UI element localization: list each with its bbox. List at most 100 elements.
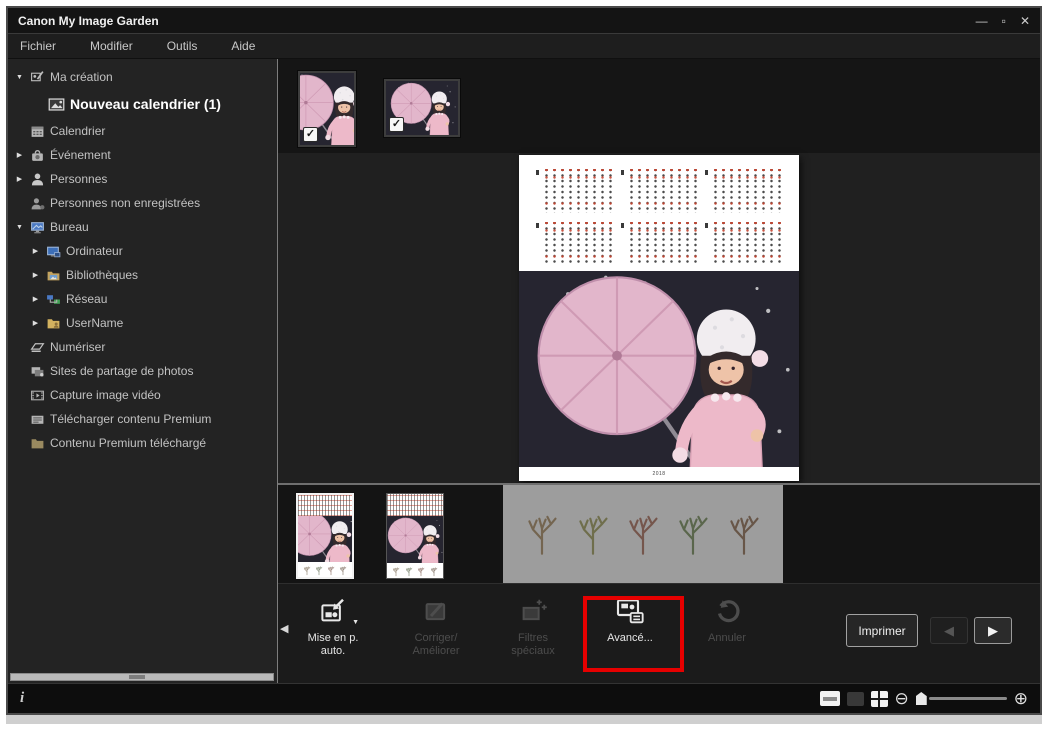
menu-outils[interactable]: Outils [167,39,198,53]
sidebar-horizontal-scrollbar[interactable] [10,673,274,681]
menu-fichier[interactable]: Fichier [20,39,56,53]
zoom-controls: ⊖ ⊕ [820,690,1029,707]
expander-right-icon[interactable]: ▶ [30,319,41,327]
special-filters-icon [518,596,548,626]
expander-right-icon[interactable]: ▶ [30,295,41,303]
content-area: ✓ ✓ [278,59,1040,683]
page-thumbnail-2[interactable] [386,493,444,579]
expander-down-icon[interactable]: ▼ [14,224,25,231]
zoom-slider[interactable] [916,692,1007,705]
checkmark-icon[interactable]: ✓ [303,127,318,142]
maximize-button[interactable]: ▫ [1002,12,1006,30]
sidebar-item-label: Personnes [50,172,107,186]
calendar-months-grid [519,155,799,271]
special-filters-button[interactable]: Filtres spéciaux [489,594,577,658]
preview-area: 2018 [278,153,1040,483]
menu-bar: Fichier Modifier Outils Aide [8,34,1040,59]
scrollbar-thumb[interactable] [129,675,145,679]
info-icon[interactable]: i [20,690,24,707]
tree-icon [625,508,661,560]
undo-button[interactable]: Annuler [683,594,771,658]
tree-icon [675,508,711,560]
sidebar-item-bureau[interactable]: ▼ Bureau [8,215,277,239]
new-calendar-icon [48,96,65,113]
dropdown-arrow-icon: ▼ [352,619,359,626]
sidebar-item-numeriser[interactable]: Numériser [8,335,277,359]
tree-icon [726,508,762,560]
advanced-icon [614,595,646,627]
zoom-in-icon[interactable]: ⊕ [1014,690,1028,707]
sidebar-item-contenu-premium[interactable]: Contenu Premium téléchargé [8,431,277,455]
sidebar-item-bibliotheques[interactable]: ▶ Bibliothèques [8,263,277,287]
material-thumbnail-2[interactable]: ✓ [384,79,460,137]
sidebar-item-label: Personnes non enregistrées [50,196,200,210]
print-button[interactable]: Imprimer [846,614,918,647]
auto-layout-button[interactable]: ▼ Mise en p. auto. [289,594,377,658]
nav-next-icon: ▶ [988,623,998,639]
menu-aide[interactable]: Aide [231,39,255,53]
sidebar-item-ma-creation[interactable]: ▼ Ma création [8,65,277,89]
calendar-icon [30,124,45,139]
checkmark-icon[interactable]: ✓ [389,117,404,132]
sidebar-item-ordinateur[interactable]: ▶ Ordinateur [8,239,277,263]
page-thumbnail-1[interactable] [296,493,354,579]
computer-icon [46,244,61,259]
sidebar-item-label: Bibliothèques [66,268,138,282]
network-icon [46,292,61,307]
mini-month [545,222,614,266]
calendar-trees-decoration [503,485,783,583]
tree-icon [575,508,611,560]
sidebar-item-label: Contenu Premium téléchargé [50,436,206,450]
pages-strip [278,483,1040,583]
window-bottom-edge [6,715,1042,724]
sidebar-item-label: Réseau [66,292,107,306]
sidebar-item-sites-partage[interactable]: Sites de partage de photos [8,359,277,383]
material-thumbnail-1[interactable]: ✓ [298,71,356,147]
person-unregistered-icon [30,196,45,211]
minimize-button[interactable]: — [976,12,988,30]
edit-toolbar: ◀ ▼ Mise en [278,583,1040,683]
tree-icon [524,508,560,560]
sidebar-item-calendrier[interactable]: Calendrier [8,119,277,143]
menu-modifier[interactable]: Modifier [90,39,133,53]
sidebar-item-label: UserName [66,316,123,330]
sidebar-item-label: Nouveau calendrier (1) [70,96,221,112]
next-page-button[interactable]: ▶ [974,617,1012,644]
libraries-icon [46,268,61,283]
expander-right-icon[interactable]: ▶ [14,151,25,159]
previous-page-button[interactable]: ◀ [930,617,968,644]
sidebar-item-label: Numériser [50,340,105,354]
photo-sharing-icon [30,364,45,379]
desktop-icon [30,220,45,235]
sidebar-item-label: Sites de partage de photos [50,364,193,378]
correct-enhance-icon [421,596,451,626]
sidebar-item-evenement[interactable]: ▶ Événement [8,143,277,167]
fit-view-icon[interactable] [871,691,888,707]
sidebar-item-label: Ma création [50,70,113,84]
expander-right-icon[interactable]: ▶ [30,271,41,279]
sidebar-item-capture-video[interactable]: Capture image vidéo [8,383,277,407]
calendar-page-canvas[interactable]: 2018 [519,155,799,481]
zoom-slider-handle[interactable] [916,692,927,705]
nav-prev-icon: ◀ [944,623,954,639]
close-button[interactable]: ✕ [1020,12,1030,30]
sidebar-item-reseau[interactable]: ▶ Réseau [8,287,277,311]
expander-down-icon[interactable]: ▼ [14,74,25,81]
detail-view-icon[interactable] [820,691,840,706]
correct-enhance-button[interactable]: Corriger/ Améliorer [392,594,480,658]
chevron-left-icon[interactable]: ◀ [280,622,288,635]
sidebar-item-username[interactable]: ▶ UserName [8,311,277,335]
year-label: 2018 [652,471,665,477]
advanced-button[interactable]: Avancé... [586,594,674,658]
sidebar-item-telecharger-premium[interactable]: Télécharger contenu Premium [8,407,277,431]
undo-icon [712,596,742,626]
sidebar-item-nouveau-calendrier[interactable]: Nouveau calendrier (1) [8,89,277,119]
calendar-photo[interactable] [519,271,799,467]
sidebar-item-personnes-non-enregistrees[interactable]: Personnes non enregistrées [8,191,277,215]
expander-right-icon[interactable]: ▶ [14,175,25,183]
sidebar-item-personnes[interactable]: ▶ Personnes [8,167,277,191]
zoom-out-icon[interactable]: ⊖ [895,690,909,707]
expander-right-icon[interactable]: ▶ [30,247,41,255]
thumbnail-view-icon[interactable] [847,692,864,706]
premium-content-icon [30,436,45,451]
